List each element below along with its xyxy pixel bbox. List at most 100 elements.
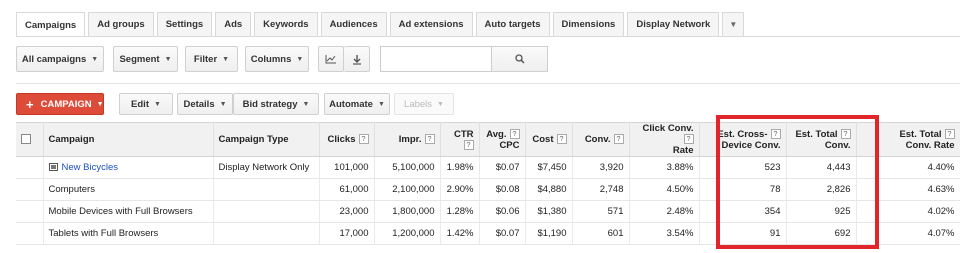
help-icon[interactable]: ? <box>770 128 781 139</box>
more-tabs-button[interactable]: ▼ <box>722 12 745 36</box>
toolbar-divider <box>16 83 960 84</box>
filter-dropdown[interactable]: Filter ▼ <box>185 46 238 72</box>
header-click-conv-label-1: Click Conv. <box>642 123 694 134</box>
bid-strategy-dropdown[interactable]: Bid strategy ▼ <box>233 93 319 115</box>
header-clicks[interactable]: Clicks? <box>319 122 375 157</box>
search-button[interactable] <box>492 46 548 72</box>
segment-label: Segment <box>119 53 160 65</box>
ctr-cell: 2.90% <box>440 178 480 201</box>
help-icon[interactable]: ? <box>463 139 474 150</box>
impr-cell: 5,100,000 <box>374 156 441 179</box>
select-all-checkbox[interactable] <box>21 134 31 145</box>
ctr-cell: 1.98% <box>440 156 480 179</box>
help-icon[interactable]: ? <box>509 128 520 139</box>
campaign-link[interactable]: New Bicycles <box>62 162 119 173</box>
est-total-conv-rate-cell: 4.40% <box>856 156 960 179</box>
segment-dropdown[interactable]: Segment ▼ <box>113 46 178 72</box>
chevron-down-icon: ▼ <box>437 100 444 108</box>
tab-display-network[interactable]: Display Network <box>627 12 720 36</box>
click-conv-rate-cell: 3.54% <box>629 222 700 245</box>
columns-dropdown[interactable]: Columns ▼ <box>245 46 309 72</box>
edit-dropdown[interactable]: Edit ▼ <box>119 93 173 115</box>
bid-strategy-label: Bid strategy <box>242 98 298 110</box>
est-cross-device-conv-cell: 91 <box>699 222 787 245</box>
tab-dimensions[interactable]: Dimensions <box>552 12 625 36</box>
header-est-total-conv[interactable]: Est. Total? Conv. <box>786 122 857 157</box>
header-ctr-label: CTR <box>453 128 474 140</box>
header-est-cross-device-conv[interactable]: Est. Cross-? Device Conv. <box>699 122 787 157</box>
avg-cpc-cell: $0.07 <box>479 156 526 179</box>
click-conv-rate-cell: 4.50% <box>629 178 700 201</box>
header-campaign-type[interactable]: Campaign Type <box>213 122 320 157</box>
table-row[interactable]: New Bicycles Display Network Only 101,00… <box>16 156 960 179</box>
header-cost[interactable]: Cost? <box>525 122 573 157</box>
chevron-down-icon: ▼ <box>96 100 104 108</box>
help-icon[interactable]: ? <box>944 128 955 139</box>
header-est-total-conv-rate[interactable]: Est. Total? Conv. Rate <box>856 122 960 157</box>
ctr-cell: 1.42% <box>440 222 480 245</box>
row-select-cell <box>16 178 44 201</box>
chevron-down-icon: ▼ <box>729 20 738 29</box>
filter-label: Filter <box>193 53 218 65</box>
est-total-conv-cell: 925 <box>786 200 857 223</box>
header-avg-cpc-label-1: Avg. <box>486 128 507 140</box>
all-campaigns-label: All campaigns <box>21 53 87 65</box>
details-label: Details <box>183 98 215 110</box>
add-campaign-button[interactable]: + CAMPAIGN ▼ <box>16 93 104 115</box>
chart-toggle-button[interactable] <box>318 46 344 72</box>
tab-ad-groups[interactable]: Ad groups <box>88 12 154 36</box>
help-icon[interactable]: ? <box>683 134 694 145</box>
labels-dropdown[interactable]: Labels ▼ <box>394 93 454 115</box>
header-avg-cpc[interactable]: Avg.? CPC <box>479 122 526 157</box>
help-icon[interactable]: ? <box>424 134 435 145</box>
est-cross-device-conv-cell: 523 <box>699 156 787 179</box>
clicks-cell: 61,000 <box>319 178 375 201</box>
chevron-down-icon: ▼ <box>91 55 99 63</box>
table-header-row: Campaign Campaign Type Clicks? Impr.? CT… <box>16 122 960 157</box>
row-select-cell <box>16 222 44 245</box>
cost-cell: $4,880 <box>525 178 573 201</box>
conv-cell: 571 <box>572 200 630 223</box>
table-row[interactable]: Tablets with Full Browsers 17,000 1,200,… <box>16 222 960 245</box>
action-bar: + CAMPAIGN ▼ Edit ▼ Details ▼ Bid strategy ▼ … <box>16 93 454 115</box>
table-row[interactable]: Computers 61,000 2,100,000 2.90% $0.08 $… <box>16 178 960 201</box>
download-button[interactable] <box>344 46 370 72</box>
est-total-conv-cell: 2,826 <box>786 178 857 201</box>
all-campaigns-dropdown[interactable]: All campaigns ▼ <box>16 46 104 72</box>
labels-label: Labels <box>404 98 433 110</box>
est-total-conv-rate-cell: 4.63% <box>856 178 960 201</box>
help-icon[interactable]: ? <box>840 128 851 139</box>
tab-campaigns[interactable]: Campaigns <box>16 12 86 37</box>
automate-dropdown[interactable]: Automate ▼ <box>324 93 390 115</box>
header-cost-label: Cost <box>532 134 554 145</box>
avg-cpc-cell: $0.07 <box>479 222 526 245</box>
table-row[interactable]: Mobile Devices with Full Browsers 23,000… <box>16 200 960 223</box>
tab-bar: Campaigns Ad groups Settings Ads Keyword… <box>16 12 747 37</box>
avg-cpc-cell: $0.06 <box>479 200 526 223</box>
conv-cell: 2,748 <box>572 178 630 201</box>
header-rate-label-2: Conv. Rate <box>905 139 955 151</box>
tab-ad-extensions[interactable]: Ad extensions <box>389 12 473 36</box>
campaign-type-cell <box>213 200 320 223</box>
header-impr[interactable]: Impr.? <box>374 122 441 157</box>
header-ctr[interactable]: CTR? <box>440 122 480 157</box>
help-icon[interactable]: ? <box>556 134 567 145</box>
header-campaign-type-label: Campaign Type <box>218 134 289 145</box>
search-input[interactable] <box>380 46 492 72</box>
display-campaign-icon <box>48 163 58 171</box>
edit-label: Edit <box>131 98 149 110</box>
header-click-conv-rate[interactable]: Click Conv.? Rate <box>629 122 700 157</box>
help-icon[interactable]: ? <box>358 134 369 145</box>
tab-ads[interactable]: Ads <box>215 12 252 36</box>
tab-auto-targets[interactable]: Auto targets <box>475 12 550 36</box>
header-campaign[interactable]: Campaign <box>43 122 214 157</box>
impr-cell: 1,200,000 <box>374 222 441 245</box>
plus-icon: + <box>26 96 34 112</box>
row-select-cell <box>16 200 44 223</box>
tab-keywords[interactable]: Keywords <box>254 12 318 36</box>
help-icon[interactable]: ? <box>613 134 624 145</box>
tab-audiences[interactable]: Audiences <box>320 12 387 36</box>
tab-settings[interactable]: Settings <box>156 12 213 36</box>
header-conv[interactable]: Conv.? <box>572 122 630 157</box>
details-dropdown[interactable]: Details ▼ <box>177 93 233 115</box>
